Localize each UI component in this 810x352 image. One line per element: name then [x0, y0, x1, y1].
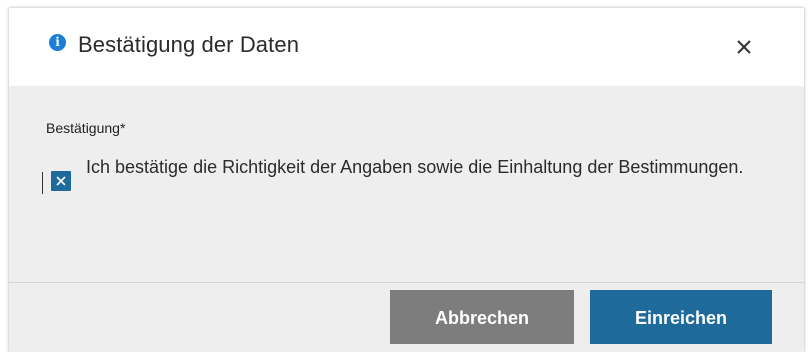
submit-button[interactable]: Einreichen: [590, 290, 772, 344]
cancel-button[interactable]: Abbrechen: [390, 290, 574, 344]
confirmation-field-label: Bestätigung*: [46, 120, 126, 136]
confirmation-checkbox-label[interactable]: Ich bestätige die Richtigkeit der Angabe…: [86, 156, 766, 179]
dialog-body: Bestätigung* Ich bestätige die Richtigke…: [9, 86, 804, 282]
confirmation-dialog: i Bestätigung der Daten Bestätigung* Ich…: [9, 8, 804, 352]
dialog-footer: Abbrechen Einreichen: [9, 282, 804, 352]
dialog-title: Bestätigung der Daten: [78, 32, 300, 57]
dialog-header: i Bestätigung der Daten: [9, 8, 804, 86]
confirmation-checkbox[interactable]: [51, 171, 71, 191]
info-icon: i: [49, 34, 66, 51]
text-caret: [42, 172, 43, 194]
close-button[interactable]: [729, 32, 759, 62]
close-icon: [737, 40, 751, 54]
check-x-icon: [56, 176, 66, 186]
